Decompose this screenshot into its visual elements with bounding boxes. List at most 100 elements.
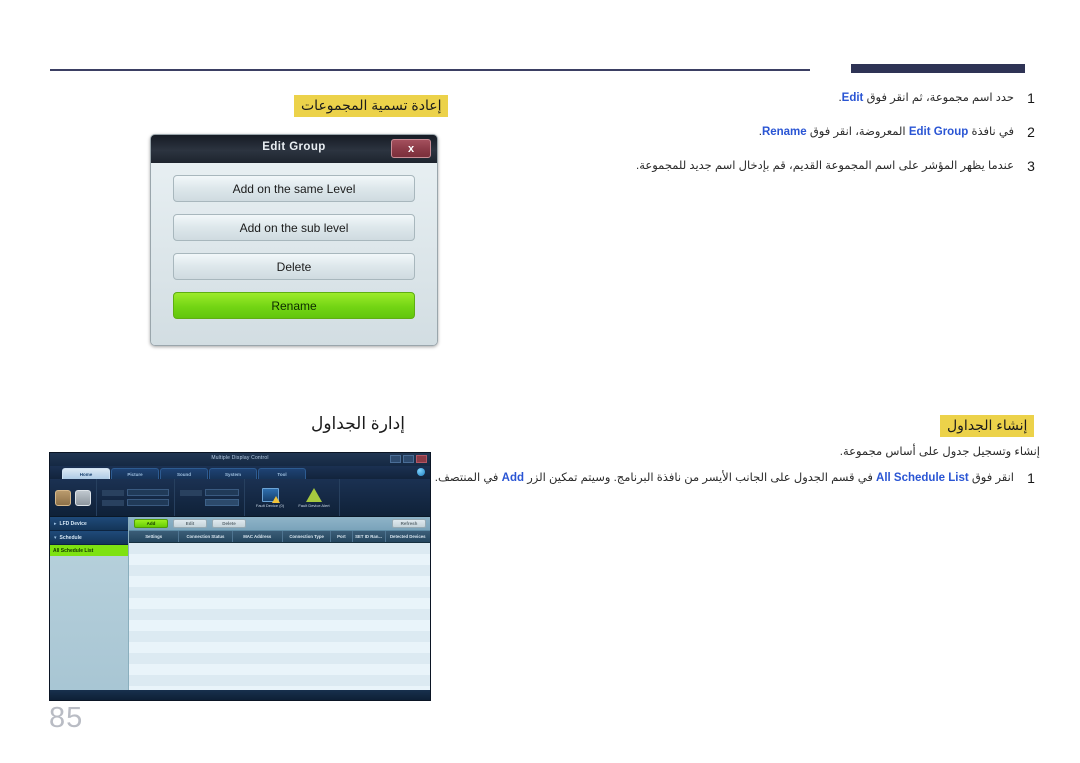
table-row[interactable] — [129, 587, 430, 598]
table-row[interactable] — [129, 620, 430, 631]
column-header-connection-type[interactable]: Connection Type — [283, 531, 332, 542]
header-rule-left — [50, 69, 810, 71]
tab-picture[interactable]: Picture — [111, 468, 159, 479]
table-row[interactable] — [129, 675, 430, 686]
help-icon[interactable] — [417, 468, 425, 476]
app-ribbon: Fault Device (0) Fault Device Alert — [50, 479, 430, 517]
close-icon[interactable]: x — [391, 139, 431, 158]
fault-device-alert-button[interactable]: Fault Device Alert — [294, 487, 334, 508]
fault-device-label: Fault Device (0) — [255, 502, 285, 508]
add-on-same-level-button[interactable]: Add on the same Level — [173, 175, 415, 202]
input-select[interactable] — [127, 489, 169, 496]
step-text-mid: في قسم الجدول على الجانب الأيسر من نافذة… — [524, 472, 877, 484]
delete-button[interactable]: Delete — [173, 253, 415, 280]
column-header-detected-devices[interactable]: Detected Devices — [386, 531, 430, 542]
delete-button[interactable]: Delete — [212, 519, 246, 528]
channel-select[interactable] — [127, 499, 169, 506]
keyword-edit-group: Edit Group — [908, 126, 969, 138]
step-text-pre: في نافذة — [968, 126, 1014, 138]
sidebar-group-schedule[interactable]: ▾ Schedule — [50, 531, 128, 545]
column-header-set-id-range[interactable]: SET ID Ran... — [353, 531, 386, 542]
list-item: 3 عندما يظهر المؤشر على اسم المجموعة الق… — [520, 158, 1040, 174]
column-header-port[interactable]: Port — [331, 531, 353, 542]
column-header-connection-status[interactable]: Connection Status — [179, 531, 233, 542]
table-row[interactable] — [129, 642, 430, 653]
table-row[interactable] — [129, 653, 430, 664]
list-item: 1 انقر فوق All Schedule List في قسم الجد… — [435, 470, 1040, 486]
section-title-manage-schedules: إدارة الجداول — [311, 414, 405, 433]
power-off-icon[interactable] — [75, 489, 91, 506]
step-number: 2 — [1027, 124, 1035, 140]
volume-label — [180, 489, 202, 496]
add-button[interactable]: Add — [134, 519, 168, 528]
step-text-pre: انقر فوق — [968, 472, 1014, 484]
app-sidebar: ▸ LFD Device ▾ Schedule All Schedule Lis… — [50, 517, 129, 700]
app-window-title: Multiple Display Control — [211, 455, 269, 461]
step-text: انقر فوق All Schedule List في قسم الجدول… — [435, 470, 1014, 486]
power-on-icon[interactable] — [55, 489, 71, 506]
column-header-mac-address[interactable]: MAC Address — [233, 531, 283, 542]
table-row[interactable] — [129, 631, 430, 642]
fault-device-icon — [261, 487, 280, 503]
tab-tool[interactable]: Tool — [258, 468, 306, 479]
edit-button[interactable]: Edit — [173, 519, 207, 528]
table-row[interactable] — [129, 554, 430, 565]
table-row[interactable] — [129, 576, 430, 587]
keyword-rename: Rename — [761, 126, 807, 138]
tab-home[interactable]: Home — [62, 468, 110, 479]
sidebar-item-label: All Schedule List — [53, 547, 94, 554]
chevron-right-icon: ▸ — [54, 520, 57, 527]
step-text-mid: المعروضة، انقر فوق — [806, 126, 909, 138]
window-controls — [390, 455, 427, 463]
input-label — [102, 489, 124, 496]
mute-button[interactable] — [205, 499, 239, 506]
step-text-pre: حدد اسم مجموعة، ثم انقر فوق — [863, 92, 1014, 104]
tab-sound[interactable]: Sound — [160, 468, 208, 479]
close-icon[interactable] — [416, 455, 427, 463]
table-row[interactable] — [129, 609, 430, 620]
create-schedules-intro: إنشاء وتسجيل جدول على أساس مجموعة. — [839, 446, 1040, 458]
table-header-row: Settings Connection Status MAC Address C… — [129, 531, 430, 543]
step-text: في نافذة Edit Group المعروضة، انقر فوق R… — [520, 124, 1014, 140]
table-row[interactable] — [129, 543, 430, 554]
tab-system[interactable]: System — [209, 468, 257, 479]
table-row[interactable] — [129, 598, 430, 609]
keyword-edit: Edit — [841, 92, 864, 104]
header-bar-right — [851, 64, 1025, 73]
minimize-icon[interactable] — [390, 455, 401, 463]
maximize-icon[interactable] — [403, 455, 414, 463]
ribbon-group-volume — [175, 479, 245, 516]
page-number: 85 — [49, 702, 84, 734]
table-row[interactable] — [129, 664, 430, 675]
app-status-bar — [50, 690, 430, 700]
step-number: 3 — [1027, 158, 1035, 174]
step-text: حدد اسم مجموعة، ثم انقر فوق Edit. — [520, 90, 1014, 106]
app-toolbar: Add Edit Delete Refresh — [129, 517, 430, 531]
refresh-button[interactable]: Refresh — [392, 519, 426, 528]
rename-groups-step-list: 1 حدد اسم مجموعة، ثم انقر فوق Edit. 2 في… — [520, 90, 1040, 192]
warning-icon — [271, 495, 280, 503]
edit-group-dialog: Edit Group x Add on the same Level Add o… — [150, 134, 438, 346]
step-text: عندما يظهر المؤشر على اسم المجموعة القدي… — [636, 160, 1014, 172]
channel-label — [102, 499, 124, 506]
fault-alert-icon — [306, 487, 322, 502]
sidebar-item-all-schedule-list[interactable]: All Schedule List — [50, 545, 128, 556]
column-header-settings[interactable]: Settings — [129, 531, 180, 542]
section-title-create-schedules: إنشاء الجداول — [940, 415, 1035, 437]
section-title-rename-groups: إعادة تسمية المجموعات — [294, 95, 449, 117]
list-item: 2 في نافذة Edit Group المعروضة، انقر فوق… — [520, 124, 1040, 140]
list-item: 1 حدد اسم مجموعة، ثم انقر فوق Edit. — [520, 90, 1040, 106]
volume-select[interactable] — [205, 489, 239, 496]
table-row[interactable] — [129, 565, 430, 576]
chevron-down-icon: ▾ — [54, 534, 57, 541]
table-body — [129, 543, 430, 697]
fault-device-button[interactable]: Fault Device (0) — [250, 487, 290, 508]
step-number: 1 — [1027, 90, 1035, 106]
sidebar-group-lfd-device[interactable]: ▸ LFD Device — [50, 517, 128, 531]
sidebar-item-label: Schedule — [59, 534, 82, 541]
add-on-sub-level-button[interactable]: Add on the sub level — [173, 214, 415, 241]
rename-button[interactable]: Rename — [173, 292, 415, 319]
dialog-titlebar: Edit Group x — [151, 135, 437, 163]
mdc-application-screenshot: Multiple Display Control Home Picture So… — [49, 452, 431, 701]
dialog-body: Add on the same Level Add on the sub lev… — [151, 163, 437, 345]
